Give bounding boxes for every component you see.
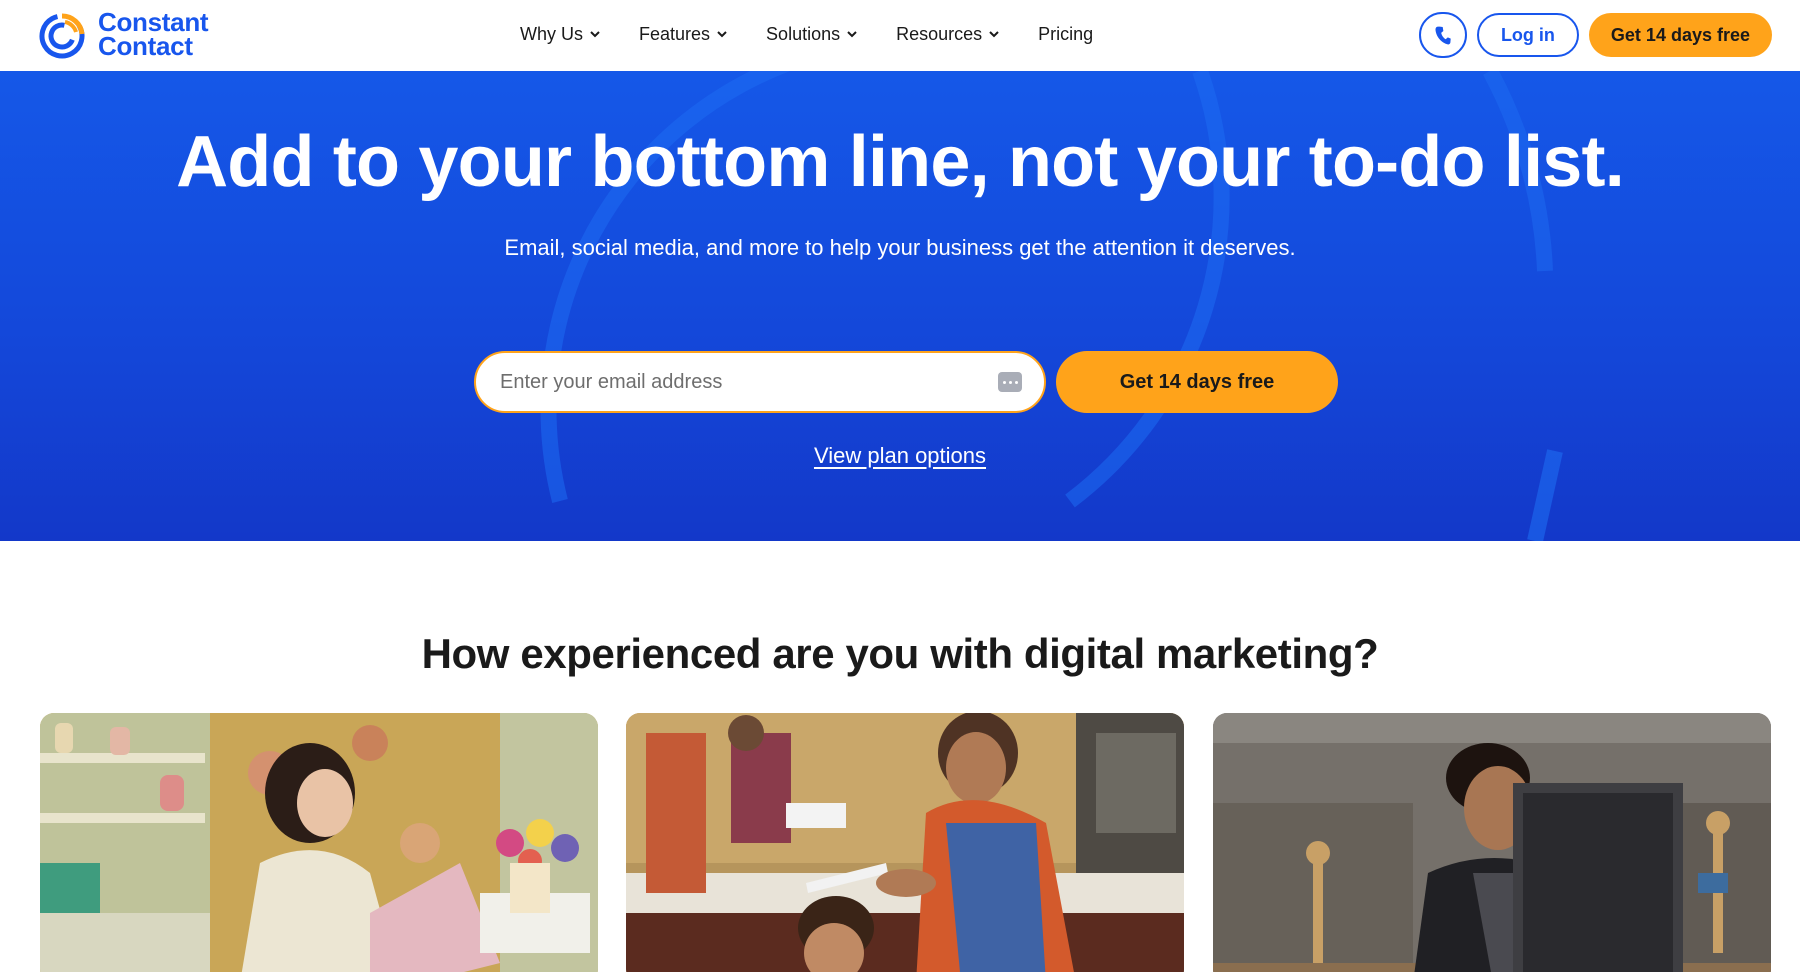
plan-link-wrapper: View plan options [0,443,1800,469]
nav-item-label: Why Us [520,23,583,44]
nav-item-solutions[interactable]: Solutions [766,18,876,50]
main-nav: Why Us Features Solutions Resources Pric… [520,18,1111,50]
experience-card-3[interactable] [1213,713,1771,972]
header-free-trial-button[interactable]: Get 14 days free [1588,13,1772,57]
logo-line-2: Contact [98,31,193,61]
logo-mark-icon [39,13,85,59]
nav-item-resources[interactable]: Resources [896,18,1018,50]
nav-item-label: Resources [896,23,983,44]
chevron-down-icon [717,31,727,38]
nav-item-label: Pricing [1038,23,1094,44]
chevron-down-icon [989,31,999,38]
email-input[interactable] [500,370,998,394]
barber-cutting-hair-photo [626,713,1184,972]
hero-free-trial-button[interactable]: Get 14 days free [1056,351,1338,413]
logo-text: Constant Contact [98,9,209,61]
password-manager-icon[interactable] [998,372,1022,392]
chevron-down-icon [847,31,857,38]
experience-card-1[interactable] [40,713,598,972]
header-actions: Log in Get 14 days free [1418,12,1772,58]
woman-at-computer-photo [1213,713,1771,972]
phone-icon [1435,26,1451,45]
phone-button[interactable] [1418,12,1467,58]
site-header: Constant Contact Why Us Features Solutio… [0,0,1800,71]
nav-item-pricing[interactable]: Pricing [1038,18,1111,50]
hero-section: Add to your bottom line, not your to-do … [0,71,1800,541]
view-plan-options-link[interactable]: View plan options [814,443,986,468]
logo[interactable]: Constant Contact [38,8,209,61]
nav-item-label: Features [639,23,711,44]
woman-florist-laptop-photo [40,713,598,972]
hero-title: Add to your bottom line, not your to-do … [176,122,1625,202]
hero-subtitle: Email, social media, and more to help yo… [504,235,1296,260]
login-button[interactable]: Log in [1476,13,1579,57]
experience-card-2[interactable] [626,713,1184,972]
nav-item-why-us[interactable]: Why Us [520,18,619,50]
nav-item-label: Solutions [766,23,841,44]
nav-item-features[interactable]: Features [639,18,746,50]
email-field-wrapper [474,351,1046,413]
section-title: How experienced are you with digital mar… [421,630,1379,677]
chevron-down-icon [590,31,600,38]
